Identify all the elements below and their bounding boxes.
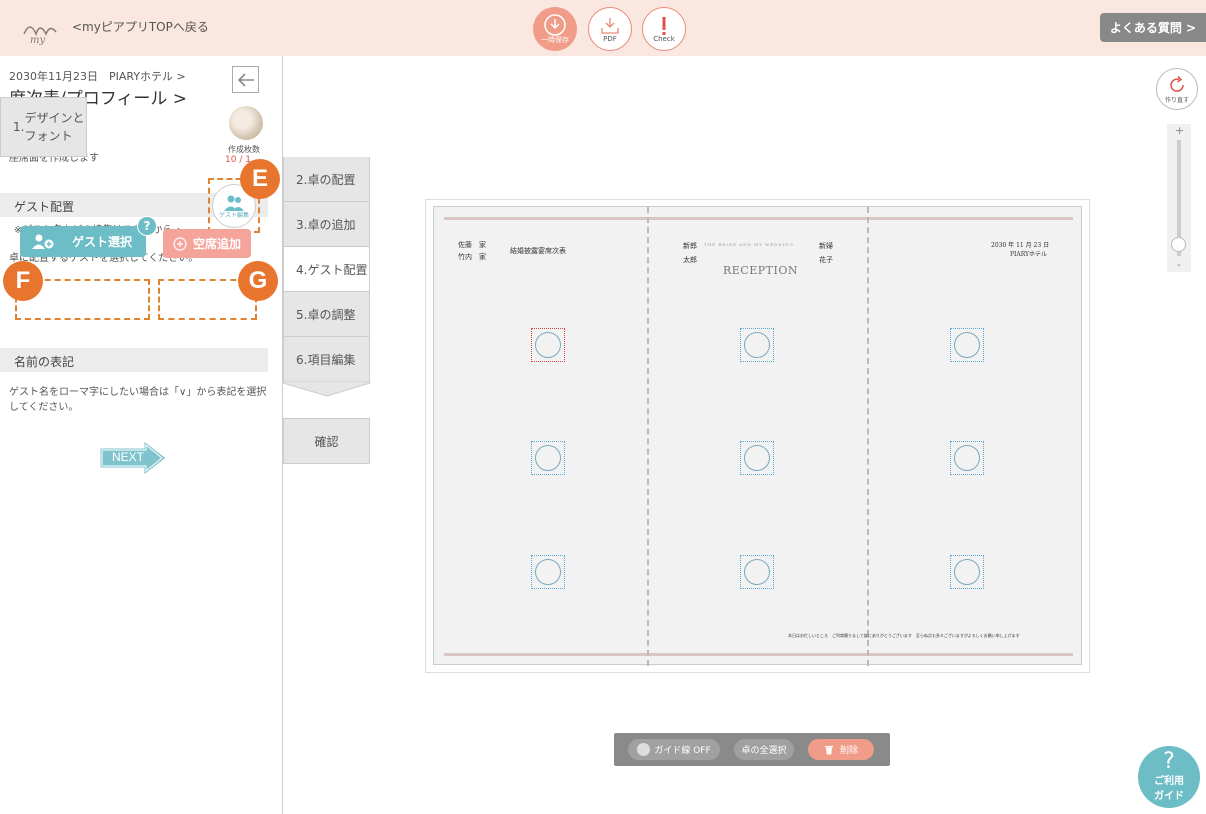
select-all-tables-button[interactable]: 卓の全選択 <box>734 739 794 760</box>
add-person-icon <box>32 234 54 249</box>
step-item-edit[interactable]: 6.項目編集 <box>283 337 370 382</box>
zoom-in-button[interactable]: + <box>1175 124 1184 137</box>
guest-select-button[interactable]: ゲスト選択 <box>20 226 146 257</box>
plus-circle-icon <box>173 237 187 251</box>
exclamation-icon <box>662 17 666 35</box>
pdf-download-icon <box>601 18 619 34</box>
seat-selected[interactable] <box>531 328 565 362</box>
zoom-out-button[interactable]: - <box>1177 258 1181 271</box>
svg-text:my: my <box>30 35 45 46</box>
seat[interactable] <box>950 555 984 589</box>
step-design-font[interactable]: 1. デザインと フォント <box>0 97 87 157</box>
check-button[interactable]: Check <box>642 7 686 51</box>
guide-line-1 <box>647 207 649 666</box>
annotation-g-badge: G <box>238 261 278 301</box>
design-thumbnail <box>229 106 263 140</box>
groom-label: 新郎 <box>683 242 697 250</box>
annotation-e-badge: E <box>240 159 280 199</box>
guide-toggle-button[interactable]: ガイド線 OFF <box>628 739 720 760</box>
delete-button[interactable]: 削除 <box>808 739 874 760</box>
arrow-left-icon <box>237 72 254 87</box>
question-icon: ? <box>1163 749 1175 774</box>
seat[interactable] <box>740 555 774 589</box>
save-button[interactable]: 一時保存 <box>533 7 577 51</box>
seat[interactable] <box>531 441 565 475</box>
seat[interactable] <box>950 441 984 475</box>
step-guest-placement[interactable]: 4.ゲスト配置 <box>283 247 370 292</box>
refresh-icon <box>1170 75 1184 92</box>
toggle-icon <box>637 743 651 756</box>
reception-heading: RECEPTION <box>723 264 798 277</box>
count-label: 作成枚数 <box>228 145 260 154</box>
seat[interactable] <box>531 555 565 589</box>
annotation-f-badge: F <box>3 261 43 301</box>
app-logo[interactable]: my <box>20 10 60 48</box>
venue-name: PIARYホテル <box>1010 251 1048 258</box>
seat[interactable] <box>950 328 984 362</box>
name-note: ゲスト名をローマ字にしたい場合は「∨」から表記を選択してください。 <box>9 387 267 413</box>
breadcrumb[interactable]: 2030年11月23日 PIARYホテル > <box>9 68 186 84</box>
zoom-slider[interactable]: + - <box>1167 124 1191 272</box>
people-icon <box>224 195 244 211</box>
name-section-header: 名前の表記 <box>0 348 268 372</box>
top-rule <box>444 217 1073 220</box>
family-1: 佐藤 家 <box>458 241 486 249</box>
arc-text: THE BRIDE AND MY WEDDING <box>704 242 794 247</box>
step-table-add[interactable]: 3.卓の追加 <box>283 202 370 247</box>
confirm-button[interactable]: 確認 <box>283 418 370 464</box>
step-table-adjust[interactable]: 5.卓の調整 <box>283 292 370 337</box>
reception-title: 結婚披露宴席次表 <box>510 247 566 255</box>
add-empty-seat-button[interactable]: 空席追加 <box>163 229 251 258</box>
step-table-layout[interactable]: 2.卓の配置 <box>283 157 370 202</box>
groom-name: 太郎 <box>683 256 697 264</box>
top-bar: my <myピアプリTOPへ戻る 一時保存 PDF Check よくある質問 > <box>0 0 1206 56</box>
help-button[interactable]: ? <box>137 216 157 236</box>
zoom-handle[interactable] <box>1171 237 1186 252</box>
usage-guide-button[interactable]: ? ご利用 ガイド <box>1138 746 1200 808</box>
bottom-rule <box>444 653 1073 656</box>
download-icon <box>544 14 566 36</box>
seat[interactable] <box>740 328 774 362</box>
seat[interactable] <box>740 441 774 475</box>
seating-canvas[interactable]: 佐藤 家 竹内 家 結婚披露宴席次表 新郎 太郎 新婦 花子 THE BRIDE… <box>433 206 1082 666</box>
steps-end-chevron <box>283 381 371 397</box>
footer-message: 本日はお忙しいところ ご列席賜りまして誠にありがとうございます 至らぬ点も多々ご… <box>788 633 1020 638</box>
family-2: 竹内 家 <box>458 253 486 261</box>
pdf-button[interactable]: PDF <box>588 7 632 51</box>
bride-label: 新婦 <box>819 242 833 250</box>
guide-line-2 <box>867 207 869 666</box>
back-arrow-button[interactable] <box>232 66 259 93</box>
faq-button[interactable]: よくある質問 > <box>1100 13 1206 42</box>
bottom-toolbar: ガイド線 OFF 卓の全選択 削除 <box>614 733 890 766</box>
back-to-top-link[interactable]: <myピアプリTOPへ戻る <box>72 18 209 35</box>
redo-button[interactable]: 作り直す <box>1156 68 1198 110</box>
next-button[interactable]: NEXT <box>98 439 168 477</box>
trash-icon <box>824 746 833 755</box>
left-panel: 2030年11月23日 PIARYホテル > 席次表/プロフィール > 座席面 … <box>0 56 283 814</box>
bride-name: 花子 <box>819 256 833 264</box>
